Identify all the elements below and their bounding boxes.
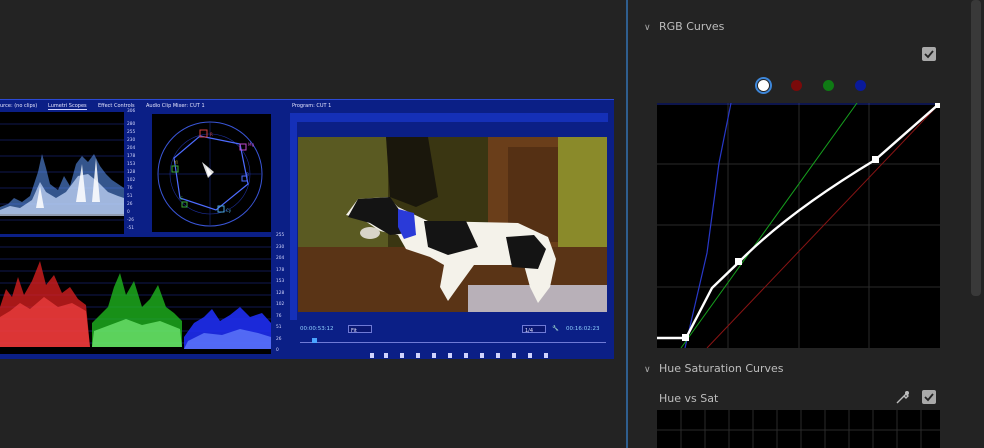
rgb-curves-enable-checkbox[interactable] — [922, 47, 936, 61]
export-frame-icon[interactable] — [512, 353, 516, 358]
vectorscope-mg-label: Mg — [248, 142, 254, 147]
play-icon[interactable] — [432, 353, 436, 358]
audio-clip-mixer-tab: Audio Clip Mixer: CUT 1 — [146, 103, 205, 109]
program-scrub-bar[interactable] — [300, 342, 606, 343]
curve-point[interactable] — [682, 334, 689, 341]
program-video-frame — [298, 137, 607, 312]
checkmark-icon — [924, 393, 934, 402]
vectorscope: R Mg B Cy G Yl — [152, 114, 271, 232]
parade-scale-label: 102 — [276, 302, 285, 307]
vectorscope-g-label: G — [180, 196, 183, 201]
playback-resolution-value: 1/4 — [525, 328, 534, 334]
rgb-curves-header[interactable]: ∨ RGB Curves — [644, 20, 724, 33]
waveform-scope — [0, 112, 124, 234]
curves-svg — [657, 102, 941, 349]
channel-green-dot — [823, 80, 834, 91]
program-timebar: 00:00:53:12 Fit 1/4 🔧 00:16:02:23 — [296, 324, 610, 336]
lumetri-scopes-tab: Lumetri Scopes — [48, 103, 87, 110]
channel-red-button[interactable] — [788, 77, 805, 94]
hue-saturation-curves-header[interactable]: ∨ Hue Saturation Curves — [644, 362, 784, 375]
mark-in-icon[interactable] — [370, 353, 374, 358]
program-monitor-title: Program: CUT 1 — [292, 103, 332, 109]
settings-icon[interactable] — [544, 353, 548, 358]
parade-scale: 255 230 204 178 153 128 102 76 51 26 0 — [276, 233, 288, 361]
go-to-in-icon[interactable] — [400, 353, 404, 358]
lift-icon[interactable] — [480, 353, 484, 358]
playback-resolution-select[interactable]: 1/4 — [522, 325, 546, 334]
step-forward-icon[interactable] — [448, 353, 452, 358]
curve-point[interactable] — [935, 103, 940, 108]
program-top-ruler — [290, 113, 608, 122]
parade-scale-label: 204 — [276, 256, 285, 261]
curve-point[interactable] — [872, 156, 879, 163]
vectorscope-cy-label: Cy — [226, 208, 232, 213]
hue-saturation-curves-title: Hue Saturation Curves — [659, 362, 784, 375]
waveform-scale: 306 280 255 230 204 178 153 128 102 76 5… — [127, 109, 141, 235]
channel-red-dot — [791, 80, 802, 91]
waveform-scale-label: 306 — [127, 109, 136, 114]
compare-icon[interactable] — [528, 353, 532, 358]
step-back-icon[interactable] — [416, 353, 420, 358]
playhead-timecode[interactable]: 00:00:53:12 — [300, 326, 334, 332]
zoom-level-value: Fit — [351, 328, 357, 334]
chevron-down-icon: ∨ — [644, 365, 651, 375]
transport-controls — [360, 352, 600, 360]
waveform-scale-label: -51 — [127, 225, 135, 231]
vectorscope-b-label: B — [246, 172, 249, 177]
channel-white-dot — [758, 80, 769, 91]
channel-white-button[interactable] — [755, 77, 772, 94]
scrub-playhead[interactable] — [312, 338, 317, 343]
parade-scale-label: 51 — [276, 325, 282, 330]
scopes-panel-tabs: urce: (no clips) Lumetri Scopes Effect C… — [0, 100, 288, 112]
dog-video-image — [298, 137, 607, 312]
parade-scale-label: 255 — [276, 233, 285, 238]
rgb-curves-title: RGB Curves — [659, 20, 725, 33]
hue-vs-sat-enable-checkbox[interactable] — [922, 390, 936, 404]
panel-scrollbar[interactable] — [971, 0, 981, 296]
vectorscope-graphic: R Mg B Cy G Yl — [157, 121, 263, 227]
parade-scale-label: 153 — [276, 279, 285, 284]
hue-vs-sat-label: Hue vs Sat — [659, 392, 719, 405]
hue-vs-sat-graph[interactable] — [657, 410, 940, 448]
mark-out-icon[interactable] — [384, 353, 388, 358]
channel-blue-dot — [855, 80, 866, 91]
vectorscope-yl-label: Yl — [173, 160, 178, 165]
rgb-curves-graph[interactable] — [657, 102, 941, 349]
extract-icon[interactable] — [496, 353, 500, 358]
vectorscope-r-label: R — [210, 132, 213, 137]
eyedropper-icon[interactable] — [895, 389, 911, 405]
chevron-down-icon: ∨ — [644, 23, 651, 33]
checkmark-icon — [924, 50, 934, 59]
go-to-out-icon[interactable] — [464, 353, 468, 358]
waveform-graphic — [0, 123, 124, 221]
parade-scale-label: 0 — [276, 348, 279, 353]
channel-blue-button[interactable] — [852, 77, 869, 94]
duration-timecode: 00:16:02:23 — [566, 326, 600, 332]
zoom-level-select[interactable]: Fit — [348, 325, 372, 334]
rgb-parade-scope — [0, 237, 271, 354]
app-root: urce: (no clips) Lumetri Scopes Effect C… — [0, 0, 984, 448]
source-tab: urce: (no clips) — [0, 103, 38, 109]
rgb-parade-graphic — [0, 246, 271, 349]
hue-vs-sat-grid — [657, 410, 940, 448]
wrench-icon[interactable]: 🔧 — [552, 326, 559, 332]
embedded-premiere-screenshot: urce: (no clips) Lumetri Scopes Effect C… — [0, 99, 614, 359]
curve-point[interactable] — [735, 258, 742, 265]
program-left-ruler — [290, 122, 297, 320]
channel-green-button[interactable] — [820, 77, 837, 94]
